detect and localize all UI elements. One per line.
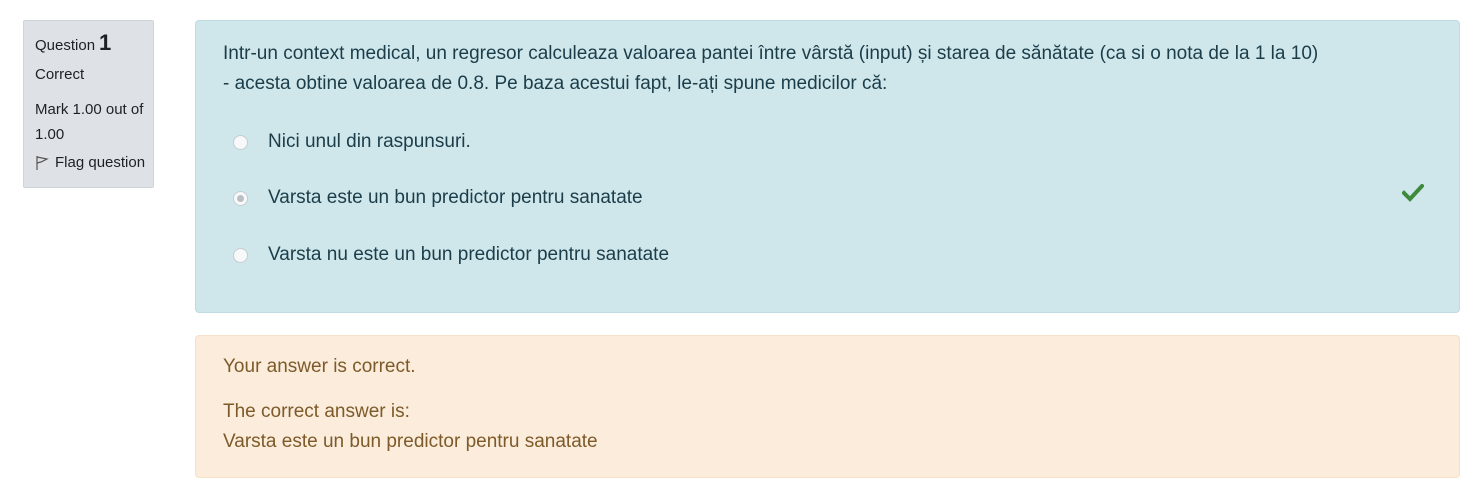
answer-option-label[interactable]: Varsta nu este un bun predictor pentru s… [268, 244, 669, 266]
answer-option-label[interactable]: Nici unul din raspunsuri. [268, 131, 471, 153]
answer-option-3[interactable]: Varsta nu este un bun predictor pentru s… [233, 244, 669, 266]
question-number: Question 1 [35, 30, 153, 55]
question-state: Correct [35, 66, 85, 83]
question-formulation: Intr-un context medical, un regresor cal… [195, 20, 1460, 313]
answer-radio-3[interactable] [233, 247, 248, 263]
flag-question-label: Flag question [55, 154, 146, 171]
question-text: Intr-un context medical, un regresor cal… [223, 39, 1318, 99]
correct-answer-block: The correct answer is: Varsta este un bu… [223, 397, 598, 457]
flag-question-link[interactable]: Flag question [35, 154, 153, 171]
grade-line-1: Mark 1.00 out of [35, 101, 144, 118]
feedback-result: Your answer is correct. [223, 356, 416, 377]
correct-check-icon [1402, 184, 1424, 202]
answer-option-2[interactable]: Varsta este un bun predictor pentru sana… [233, 187, 643, 209]
answer-option-label[interactable]: Varsta este un bun predictor pentru sana… [268, 187, 643, 209]
correct-answer-text: Varsta este un bun predictor pentru sana… [223, 431, 598, 452]
question-grade: Mark 1.00 out of 1.00 [35, 97, 153, 147]
feedback-panel: Your answer is correct. The correct answ… [195, 335, 1460, 478]
flag-icon [36, 155, 49, 170]
question-text-line-1: Intr-un context medical, un regresor cal… [223, 43, 1319, 64]
question-info-panel: Question 1 Correct Mark 1.00 out of 1.00… [23, 20, 154, 188]
grade-line-2: 1.00 [35, 126, 65, 143]
answer-radio-1[interactable] [233, 134, 248, 150]
answer-radio-2[interactable] [233, 190, 248, 206]
question-text-line-2: - acesta obtine valoarea de 0.8. Pe baza… [223, 73, 888, 94]
correct-answer-label: The correct answer is: [223, 401, 410, 422]
question-number-value: 1 [99, 30, 112, 55]
question-label: Question [35, 37, 96, 54]
answer-option-1[interactable]: Nici unul din raspunsuri. [233, 131, 471, 153]
